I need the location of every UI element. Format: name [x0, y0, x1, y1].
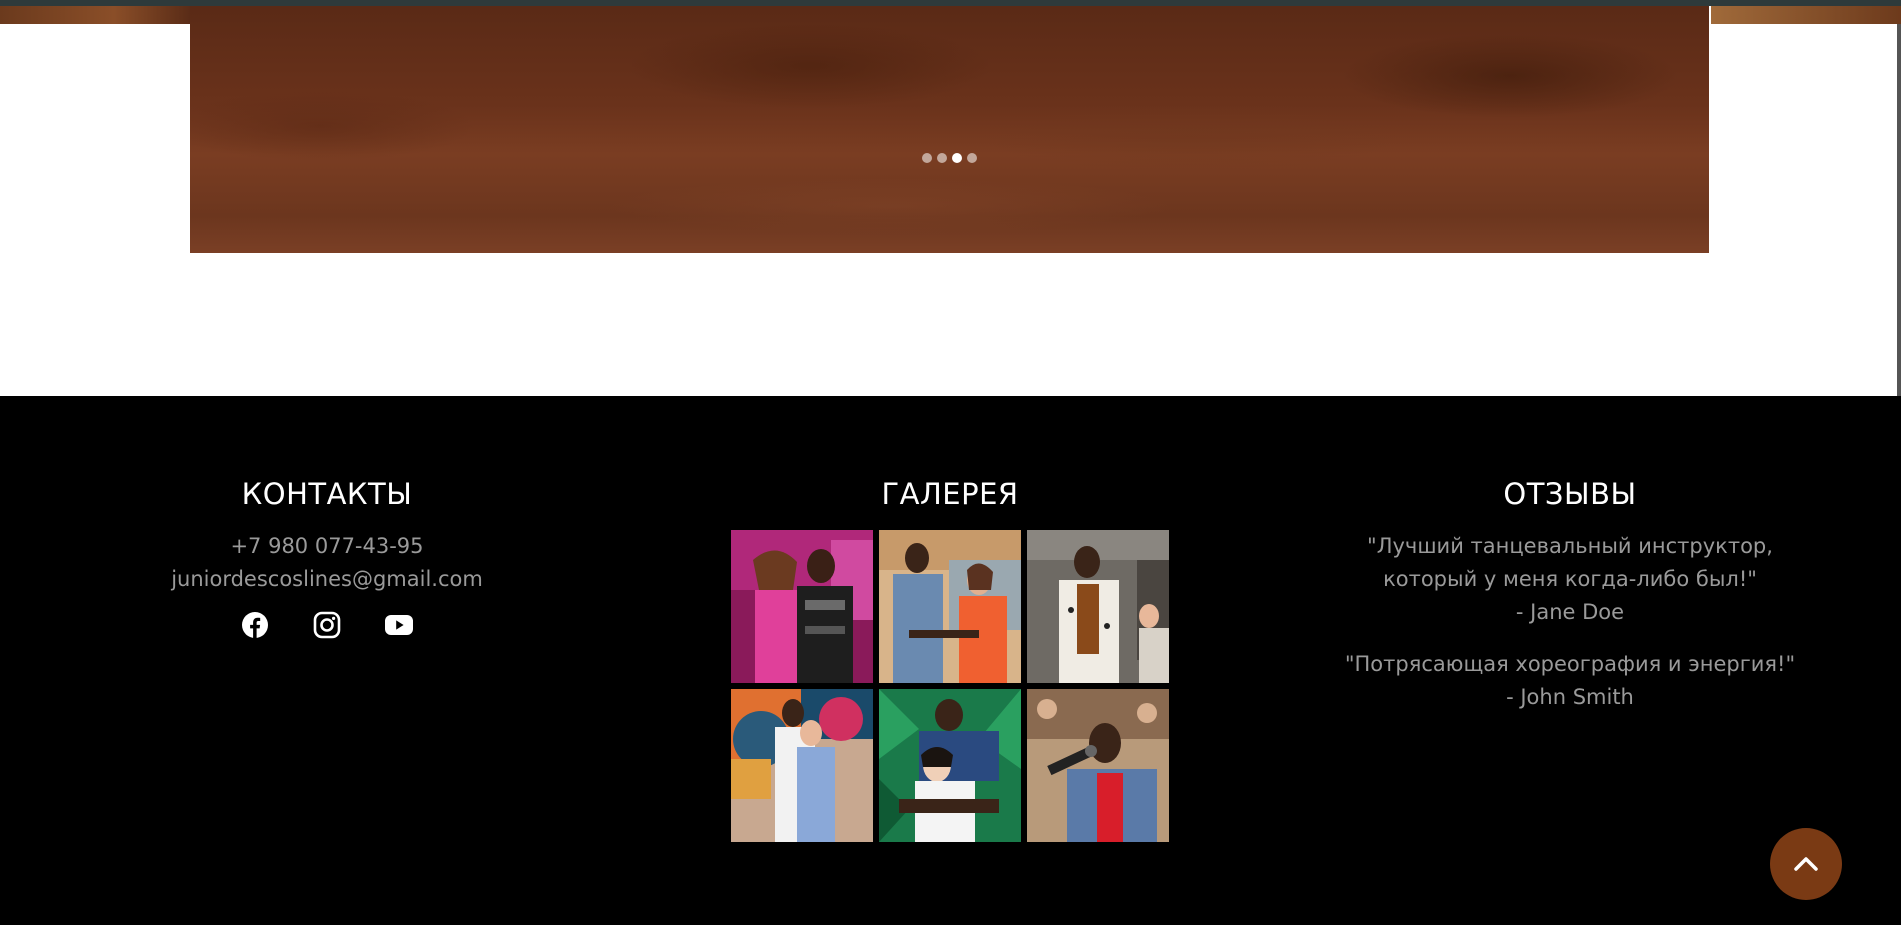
- gallery-title: ГАЛЕРЕЯ: [881, 477, 1019, 511]
- footer: КОНТАКТЫ +7 980 077-43-95 juniordescosli…: [0, 396, 1901, 925]
- gallery-section: ГАЛЕРЕЯ: [730, 476, 1170, 842]
- instagram-icon[interactable]: [312, 610, 342, 640]
- gallery-photo-4[interactable]: [731, 689, 873, 842]
- slider-dot-3[interactable]: [952, 153, 962, 163]
- gallery-photo-6[interactable]: [1027, 689, 1169, 842]
- contacts-section: КОНТАКТЫ +7 980 077-43-95 juniordescosli…: [127, 476, 527, 640]
- email-link[interactable]: juniordescoslines@gmail.com: [127, 563, 527, 596]
- review-2: "Потрясающая хореография и энергия!" - J…: [1320, 648, 1820, 714]
- gallery-photo-2[interactable]: [879, 530, 1021, 683]
- review-1-author: - Jane Doe: [1515, 600, 1625, 624]
- contacts-title: КОНТАКТЫ: [241, 477, 413, 511]
- review-1-quote-line-1: "Лучший танцевальный инструктор,: [1367, 534, 1773, 558]
- phone-number[interactable]: +7 980 077-43-95: [127, 530, 527, 563]
- gallery-grid: [730, 530, 1170, 842]
- review-1-quote-line-2: который у меня когда-либо был!": [1383, 567, 1757, 591]
- facebook-icon[interactable]: [240, 610, 270, 640]
- reviews-title: ОТЗЫВЫ: [1503, 477, 1637, 511]
- review-2-quote: "Потрясающая хореография и энергия!": [1344, 652, 1796, 676]
- gallery-photo-3[interactable]: [1027, 530, 1169, 683]
- slider-dot-1[interactable]: [922, 153, 932, 163]
- slider-dot-4[interactable]: [967, 153, 977, 163]
- gallery-photo-1[interactable]: [731, 530, 873, 683]
- social-links: [127, 610, 527, 640]
- slider-dot-2[interactable]: [937, 153, 947, 163]
- slider-pagination: [922, 153, 977, 165]
- scrollbar-track[interactable]: [1897, 24, 1901, 396]
- gallery-photo-5[interactable]: [879, 689, 1021, 842]
- chevron-up-icon: [1794, 857, 1818, 871]
- hero-slider: [190, 6, 1709, 253]
- back-to-top-button[interactable]: [1770, 828, 1842, 900]
- reviews-section: ОТЗЫВЫ "Лучший танцевальный инструктор, …: [1320, 476, 1820, 733]
- youtube-icon[interactable]: [384, 610, 414, 640]
- review-1: "Лучший танцевальный инструктор, который…: [1320, 530, 1820, 629]
- review-2-author: - John Smith: [1506, 685, 1634, 709]
